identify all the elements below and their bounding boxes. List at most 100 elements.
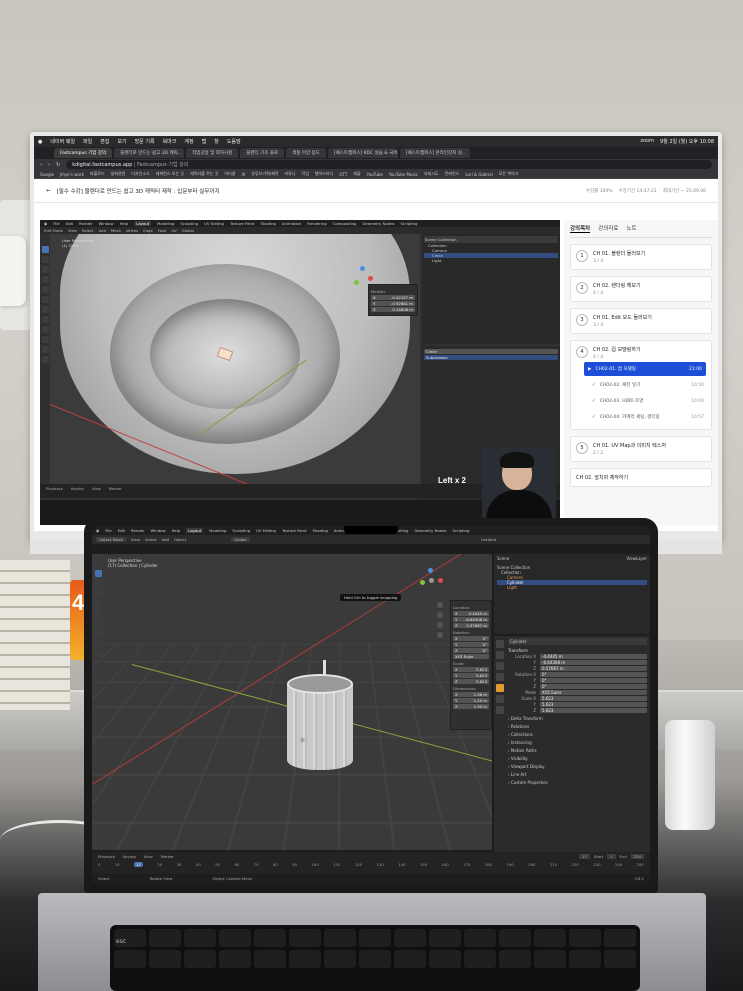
key-esc[interactable]: esc — [114, 929, 146, 947]
workspace-tab[interactable]: UV Editing — [256, 528, 276, 533]
zoom-icon[interactable] — [437, 602, 443, 608]
transform-tool-icon[interactable] — [95, 620, 102, 627]
header-add[interactable]: Add — [162, 537, 169, 542]
key[interactable] — [604, 950, 636, 968]
3d-viewport[interactable]: ✳ User Perspective (17) Collection | Cyl… — [92, 554, 492, 850]
current-frame-field[interactable]: 17 — [578, 854, 590, 859]
bookmark-item[interactable]: 자세시도 — [424, 171, 439, 177]
timeline-marker[interactable]: Marker — [161, 854, 174, 859]
transform-orientation[interactable]: Global — [231, 537, 250, 542]
annotate-tool-icon[interactable] — [95, 630, 102, 637]
section-motion-paths[interactable]: › Motion Paths — [508, 748, 647, 753]
chapter-card[interactable]: CH 02. 앞치마 제작하기 — [570, 468, 712, 487]
bookmark-item[interactable]: YouTube Music — [389, 172, 418, 177]
section-delta-transform[interactable]: › Delta Transform — [508, 716, 647, 721]
camera-view-icon[interactable] — [437, 622, 443, 628]
key[interactable] — [324, 950, 356, 968]
back-icon[interactable]: ‹ — [40, 162, 42, 168]
key[interactable] — [464, 929, 496, 947]
key[interactable] — [359, 950, 391, 968]
view-layer-label[interactable]: ViewLayer — [626, 556, 647, 561]
section-instancing[interactable]: › Instancing — [508, 740, 647, 745]
mode-select[interactable]: Object Mode — [96, 537, 126, 542]
transform-section[interactable]: Transform — [508, 648, 647, 653]
n-rotation-mode[interactable]: XYZ Euler — [453, 654, 489, 659]
lesson-item[interactable]: ✓ CH02-04. 카메라 세팅, 렌더링 10:57 — [590, 410, 706, 424]
workspace-tab[interactable]: Scripting — [453, 528, 470, 533]
lesson-item[interactable]: ✓ CH02-03. HDRI 조명 10:00 — [590, 394, 706, 408]
section-custom-properties[interactable]: › Custom Properties — [508, 780, 647, 785]
key[interactable] — [254, 929, 286, 947]
key[interactable] — [324, 929, 356, 947]
key[interactable] — [359, 929, 391, 947]
back-arrow-icon[interactable]: ← — [46, 188, 51, 194]
menu-edit[interactable]: Edit — [118, 528, 125, 533]
bookmark-item[interactable]: AI — [241, 172, 245, 177]
key[interactable] — [429, 950, 461, 968]
bookmark-item[interactable]: 커뮤니 — [284, 171, 295, 177]
browser-tab[interactable]: Fastcampus 기업 강의 — [54, 148, 113, 158]
chapter-card[interactable]: 1 CH 01. 블렌더 둘러보기 3 / 3 — [570, 244, 712, 270]
bookmark-item[interactable]: Lori & Gabriel — [465, 172, 492, 177]
scene-props-icon[interactable] — [496, 673, 504, 681]
reload-icon[interactable]: ↻ — [56, 162, 60, 168]
url-field[interactable]: kdigital.fastcampus.app | Fastcampus 기업 … — [66, 160, 712, 169]
forward-icon[interactable]: › — [48, 162, 50, 168]
section-visibility[interactable]: › Visibility — [508, 756, 647, 761]
chapter-card[interactable]: 3 CH 01. Edit 모드 둘러보기 3 / 3 — [570, 308, 712, 334]
key[interactable] — [464, 950, 496, 968]
blender-logo-icon[interactable]: ◉ — [96, 528, 99, 533]
menubar-clock[interactable]: 9월 2일 (월) 오후 10:08 — [660, 138, 714, 145]
pan-icon[interactable] — [437, 612, 443, 618]
menu-edit[interactable]: 편집 — [100, 138, 109, 145]
workspace-tab[interactable]: Modeling — [209, 528, 226, 533]
ortho-toggle-icon[interactable] — [437, 632, 443, 638]
menu-file[interactable]: 파일 — [83, 138, 92, 145]
browser-tab[interactable]: [패스트캠퍼스] 온라인강좌 실... — [399, 148, 470, 158]
timeline-view[interactable]: View — [144, 854, 153, 859]
section-relations[interactable]: › Relations — [508, 724, 647, 729]
playhead[interactable]: 17 — [134, 862, 143, 867]
add-cube-tool-icon[interactable] — [95, 650, 102, 657]
key[interactable] — [394, 950, 426, 968]
bookmark-item[interactable]: 작업 — [302, 171, 309, 177]
browser-tab[interactable]: 블렌더로 만드는 쉽고 3D 캐릭... — [114, 148, 185, 158]
key[interactable] — [219, 950, 251, 968]
object-props-icon[interactable] — [496, 684, 504, 692]
key[interactable] — [499, 929, 531, 947]
menu-tab[interactable]: 탭 — [202, 138, 207, 145]
key[interactable] — [184, 929, 216, 947]
bookmark-item[interactable]: 유튜브기획/제작 — [251, 171, 278, 177]
key[interactable] — [289, 950, 321, 968]
section-viewport-display[interactable]: › Viewport Display — [508, 764, 647, 769]
cursor-tool-icon[interactable] — [95, 580, 102, 587]
key[interactable] — [569, 929, 601, 947]
scale-tool-icon[interactable] — [95, 610, 102, 617]
section-collections[interactable]: › Collections — [508, 732, 647, 737]
modifier-props-icon[interactable] — [496, 695, 504, 703]
bookmark-item[interactable]: 캐릭터를 주는 곳 — [190, 171, 218, 177]
bookmark-item[interactable]: 디자인소스 — [131, 171, 149, 177]
bookmark-item[interactable]: 제출 — [353, 171, 360, 177]
outliner-item[interactable]: Light — [497, 585, 647, 590]
bookmark-item[interactable]: 컨퍼런스 — [445, 171, 460, 177]
bookmark-item[interactable]: 아티클 — [224, 171, 235, 177]
header-select[interactable]: Select — [145, 537, 157, 542]
key[interactable] — [149, 929, 181, 947]
key[interactable] — [114, 950, 146, 968]
tab-toc[interactable]: 강의목차 — [570, 224, 591, 233]
browser-tab[interactable]: [패스트캠퍼스] KDC 실습 & 국비... — [327, 148, 398, 158]
timeline-keying[interactable]: Keying — [123, 854, 136, 859]
menu-help[interactable]: Help — [172, 528, 181, 533]
section-line-art[interactable]: › Line Art — [508, 772, 647, 777]
menu-window[interactable]: Window — [151, 528, 166, 533]
menu-render[interactable]: Render — [131, 528, 145, 533]
key[interactable] — [219, 929, 251, 947]
key[interactable] — [569, 950, 601, 968]
frame-ruler[interactable]: 0 10 17 20 30 40 50 60 70 80 90 100 110 … — [98, 862, 644, 867]
bookmark-item[interactable]: 설화관련 — [111, 171, 126, 177]
workspace-tab[interactable]: Texture Paint — [282, 528, 307, 533]
cylinder-cup-mesh[interactable]: ✳ — [287, 660, 353, 774]
workspace-tab[interactable]: Shading — [312, 528, 327, 533]
key[interactable] — [254, 950, 286, 968]
